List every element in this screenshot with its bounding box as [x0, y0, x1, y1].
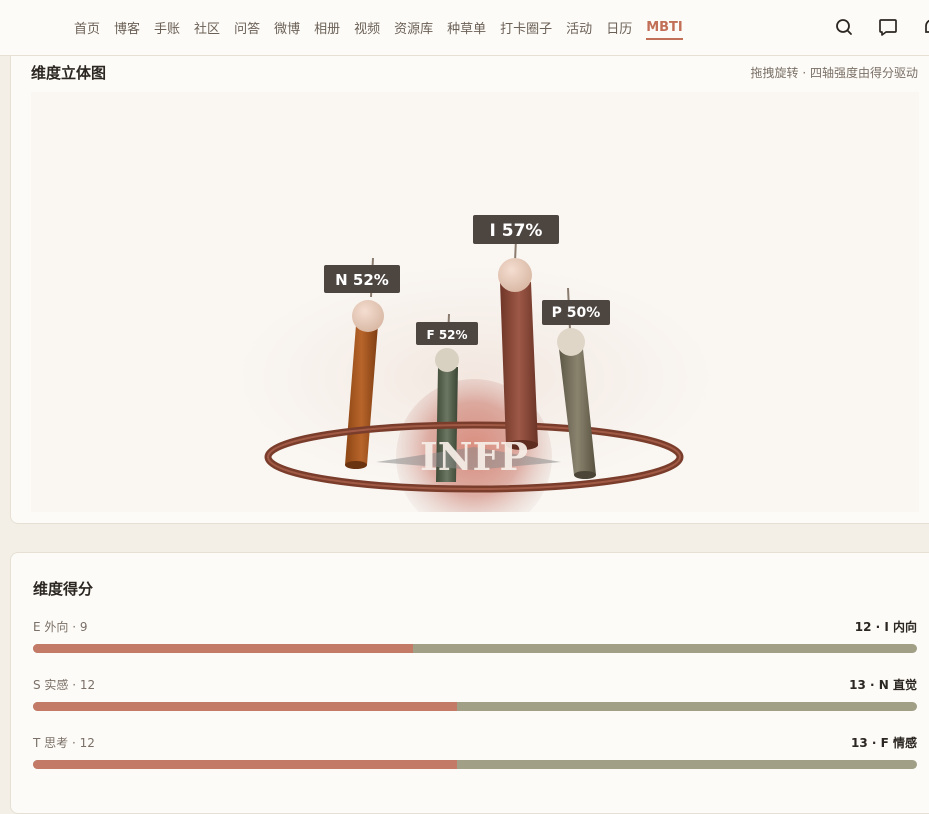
top-navigation-bar: 首页 博客 手账 社区 问答 微博 相册 视频 资源库 种草单 打卡圈子 活动 …	[0, 0, 929, 56]
label-n: N 52%	[335, 271, 389, 289]
score-right-label: 13 · N 直觉	[849, 678, 917, 692]
nav-item-calendar[interactable]: 日历	[606, 0, 632, 55]
nav-item-blog[interactable]: 博客	[114, 0, 140, 55]
score-bar	[33, 760, 917, 769]
nav-item-qa[interactable]: 问答	[234, 0, 260, 55]
nav-item-wishlist[interactable]: 种草单	[447, 0, 486, 55]
score-bar	[33, 644, 917, 653]
nav-item-checkin-circles[interactable]: 打卡圈子	[500, 0, 552, 55]
nav-item-events[interactable]: 活动	[566, 0, 592, 55]
card-title: 维度得分	[33, 580, 94, 598]
3d-stage[interactable]: N 52% F 52% I 57% P 50% INFP	[31, 92, 919, 512]
label-p: P 50%	[552, 305, 601, 321]
label-tag-p: P 50%	[542, 300, 610, 325]
mbti-type-label: INFP	[420, 434, 528, 479]
score-left-label: S 实感 · 12	[33, 678, 96, 692]
nav-item-video[interactable]: 视频	[354, 0, 380, 55]
dimension-scores-card: 维度得分 E 外向 · 9 12 · I 内向 S 实感 · 12 13 · N…	[10, 552, 929, 814]
nav-item-resources[interactable]: 资源库	[394, 0, 433, 55]
score-right-label: 12 · I 内向	[854, 620, 917, 634]
nav-item-home[interactable]: 首页	[74, 0, 100, 55]
card-title: 维度立体图	[31, 64, 107, 82]
nav-item-community[interactable]: 社区	[194, 0, 220, 55]
score-bar-fill	[33, 702, 458, 711]
label-tag-n: N 52%	[324, 265, 400, 293]
score-left-label: E 外向 · 9	[33, 620, 88, 634]
label-i: I 57%	[490, 221, 543, 241]
nav-item-journal[interactable]: 手账	[154, 0, 180, 55]
label-tag-i: I 57%	[473, 215, 559, 244]
score-right-label: 13 · F 情感	[851, 736, 917, 750]
search-icon[interactable]	[830, 13, 858, 41]
label-tag-f: F 52%	[416, 322, 478, 345]
drag-rotate-hint: 拖拽旋转 · 四轴强度由得分驱动	[750, 66, 918, 80]
dimension-3d-card: 维度立体图 拖拽旋转 · 四轴强度由得分驱动 N 52% F 52% I 57%…	[10, 56, 929, 524]
nav-item-mbti[interactable]: MBTI	[646, 0, 683, 55]
score-bar	[33, 702, 917, 711]
score-left-label: T 思考 · 12	[33, 736, 95, 750]
label-f: F 52%	[426, 328, 467, 342]
nav-item-album[interactable]: 相册	[314, 0, 340, 55]
bell-icon[interactable]	[918, 13, 929, 41]
chat-bubble-icon[interactable]	[874, 13, 902, 41]
score-bar-fill	[33, 760, 458, 769]
score-bar-fill	[33, 644, 414, 653]
main-nav: 首页 博客 手账 社区 问答 微博 相册 视频 资源库 种草单 打卡圈子 活动 …	[74, 0, 697, 55]
nav-item-weibo[interactable]: 微博	[274, 0, 300, 55]
